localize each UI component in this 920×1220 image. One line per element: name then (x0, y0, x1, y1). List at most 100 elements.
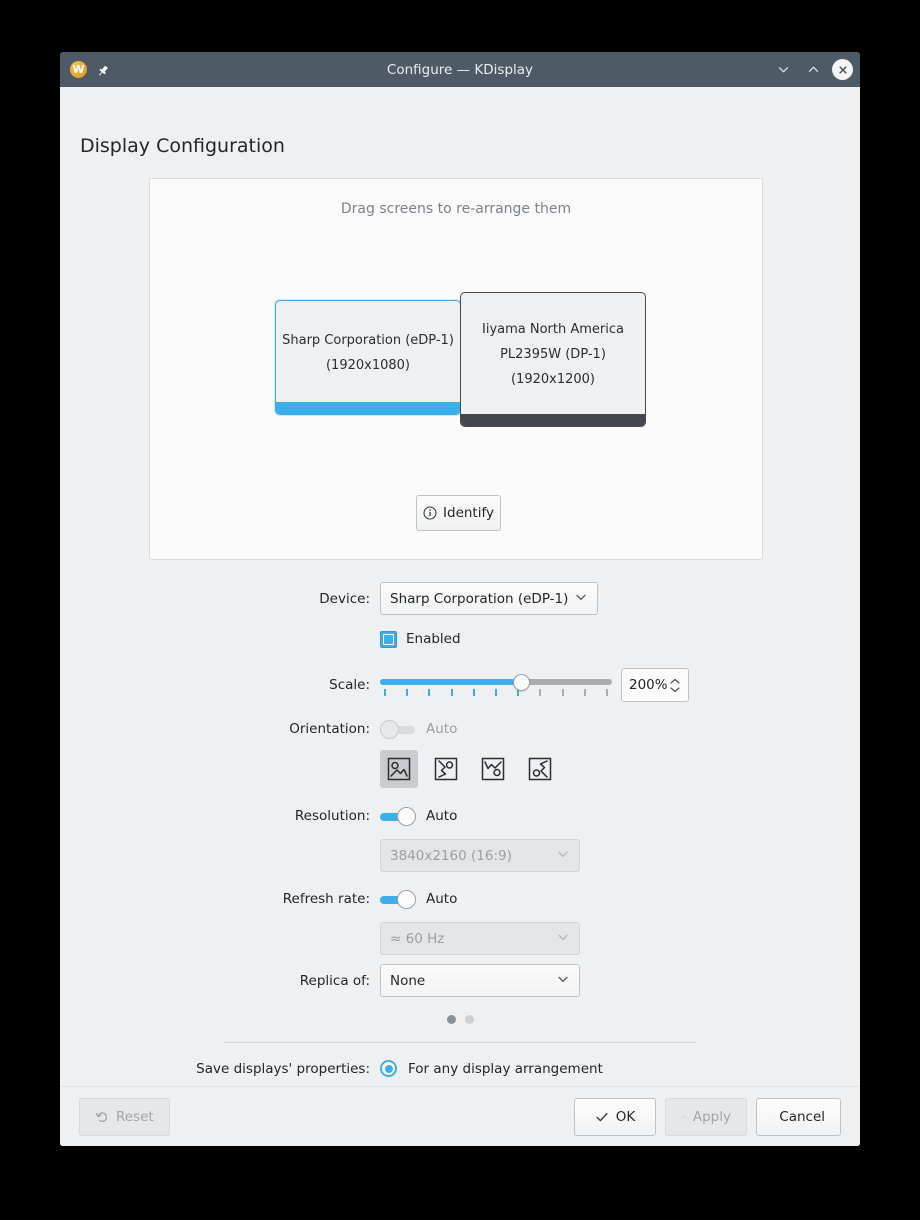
resolution-combo-row: 3840x2160 (16:9) (60, 839, 860, 872)
page-title: Display Configuration (80, 135, 285, 157)
refresh-rate-auto-label: Auto (426, 891, 458, 907)
radio-any-arrangement[interactable] (380, 1060, 397, 1077)
drag-hint-label: Drag screens to re-arrange them (340, 201, 572, 217)
enabled-label: Enabled (406, 631, 461, 647)
info-icon (423, 506, 437, 520)
chevron-up-icon (670, 678, 680, 684)
radio-any-arrangement-label: For any display arrangement (408, 1060, 603, 1077)
enabled-checkbox[interactable] (380, 630, 397, 648)
window-controls (772, 59, 853, 81)
orientation-auto-label: Auto (426, 721, 458, 737)
slider-tick (472, 689, 475, 696)
device-select[interactable]: Sharp Corporation (eDP-1) (380, 582, 598, 615)
screen-arrangement-panel[interactable]: Drag screens to re-arrange them Sharp Co… (149, 178, 763, 560)
enabled-row: Enabled (60, 624, 860, 654)
orientation-landscape-flipped-icon[interactable] (474, 750, 512, 788)
resolution-select-value: 3840x2160 (16:9) (390, 847, 512, 864)
save-properties-row-1: Save displays' properties: For any displ… (60, 1060, 860, 1077)
replica-of-select-value: None (390, 972, 426, 989)
cancel-button-label: Cancel (779, 1108, 825, 1125)
slider-tick (561, 689, 564, 696)
replica-of-row: Replica of: None (60, 964, 860, 997)
screen-resolution-edp1: (1920x1080) (325, 357, 410, 373)
slider-tick (406, 689, 409, 696)
slider-tick (428, 689, 431, 696)
cancel-button[interactable]: Cancel (756, 1097, 841, 1136)
resolution-auto-toggle[interactable] (380, 806, 416, 826)
ok-button-label: OK (615, 1108, 636, 1125)
screen-name-edp1: Sharp Corporation (eDP-1) (282, 332, 454, 348)
slider-tick (495, 689, 497, 696)
replica-of-label: Replica of: (299, 972, 370, 989)
orientation-portrait-flipped-icon[interactable] (521, 750, 559, 788)
spinbox-arrows[interactable] (669, 678, 681, 693)
device-select-value: Sharp Corporation (eDP-1) (390, 590, 569, 607)
refresh-rate-auto-toggle[interactable] (380, 889, 416, 909)
window-title: Configure — KDisplay (386, 61, 534, 78)
resolution-auto-row: Resolution: Auto (60, 801, 860, 831)
chevron-down-icon (556, 930, 570, 948)
scale-row: Scale: 200% (60, 668, 860, 702)
screen-widget-dp1[interactable]: Iiyama North America PL2395W (DP-1) (192… (460, 292, 646, 427)
section-divider (223, 1042, 697, 1043)
footer-actions: OK Apply Cancel (574, 1097, 841, 1136)
resolution-auto-label: Auto (426, 808, 458, 824)
dialog-footer: Reset OK Apply Cancel (60, 1086, 860, 1146)
minimize-button[interactable] (772, 59, 794, 81)
screen-name-dp1-line2: PL2395W (DP-1) (500, 347, 606, 363)
scale-value: 200% (629, 677, 668, 693)
scale-slider[interactable] (380, 670, 612, 700)
chevron-down-icon (574, 590, 588, 608)
replica-of-select[interactable]: None (380, 964, 580, 997)
refresh-rate-select-value: ≈ 60 Hz (390, 930, 445, 947)
slider-fill (380, 679, 522, 685)
identify-button[interactable]: Identify (416, 495, 501, 531)
maximize-button[interactable] (802, 59, 824, 81)
check-icon (681, 1115, 686, 1118)
device-row: Device: Sharp Corporation (eDP-1) (60, 582, 860, 615)
scale-label: Scale: (329, 677, 370, 693)
titlebar-left-icons: W (67, 61, 110, 78)
ok-button[interactable]: OK (574, 1097, 656, 1136)
slider-tick (606, 689, 608, 696)
chevron-down-icon (556, 847, 570, 865)
check-icon (596, 1112, 608, 1121)
display-settings-form: Device: Sharp Corporation (eDP-1) Enable… (60, 582, 860, 1105)
orientation-auto-row: Orientation: Auto (60, 714, 860, 744)
orientation-label: Orientation: (289, 721, 370, 737)
slider-tick (539, 689, 542, 696)
save-properties-label: Save displays' properties: (196, 1060, 370, 1077)
reset-button[interactable]: Reset (79, 1097, 170, 1136)
slider-handle[interactable] (513, 674, 531, 691)
identify-button-label: Identify (443, 505, 494, 521)
refresh-rate-label: Refresh rate: (282, 891, 370, 907)
resolution-select[interactable]: 3840x2160 (16:9) (380, 839, 580, 872)
device-label: Device: (319, 590, 370, 607)
screen-resolution-dp1: (1920x1200) (510, 371, 595, 387)
kdisplay-window: W Configure — KDisplay Display Configura… (60, 52, 860, 1146)
refresh-rate-combo-row: ≈ 60 Hz (60, 922, 860, 955)
apply-button[interactable]: Apply (665, 1097, 747, 1136)
chevron-down-icon (670, 686, 680, 692)
chevron-down-icon (556, 972, 570, 990)
page-dot-1[interactable] (446, 1015, 456, 1024)
screen-stand-edp1 (276, 402, 460, 414)
orientation-portrait-icon[interactable] (427, 750, 465, 788)
scale-spinbox[interactable]: 200% (621, 668, 689, 702)
pin-icon[interactable] (96, 63, 110, 77)
orientation-auto-toggle[interactable] (380, 719, 416, 739)
orientation-landscape-icon[interactable] (380, 750, 418, 788)
page-dot-2[interactable] (464, 1015, 474, 1024)
refresh-rate-select[interactable]: ≈ 60 Hz (380, 922, 580, 955)
close-button[interactable] (832, 59, 853, 80)
page-indicator[interactable] (60, 1015, 860, 1024)
window-body: Display Configuration Drag screens to re… (60, 87, 860, 1146)
slider-ticks (380, 689, 612, 697)
refresh-rate-auto-row: Refresh rate: Auto (60, 884, 860, 914)
slider-tick (450, 689, 453, 696)
window-titlebar: W Configure — KDisplay (60, 52, 860, 87)
undo-icon (95, 1111, 108, 1122)
chevron-down-icon (778, 67, 788, 73)
screen-widget-edp1[interactable]: Sharp Corporation (eDP-1) (1920x1080) (275, 300, 461, 415)
screen-name-dp1-line1: Iiyama North America (482, 322, 624, 338)
